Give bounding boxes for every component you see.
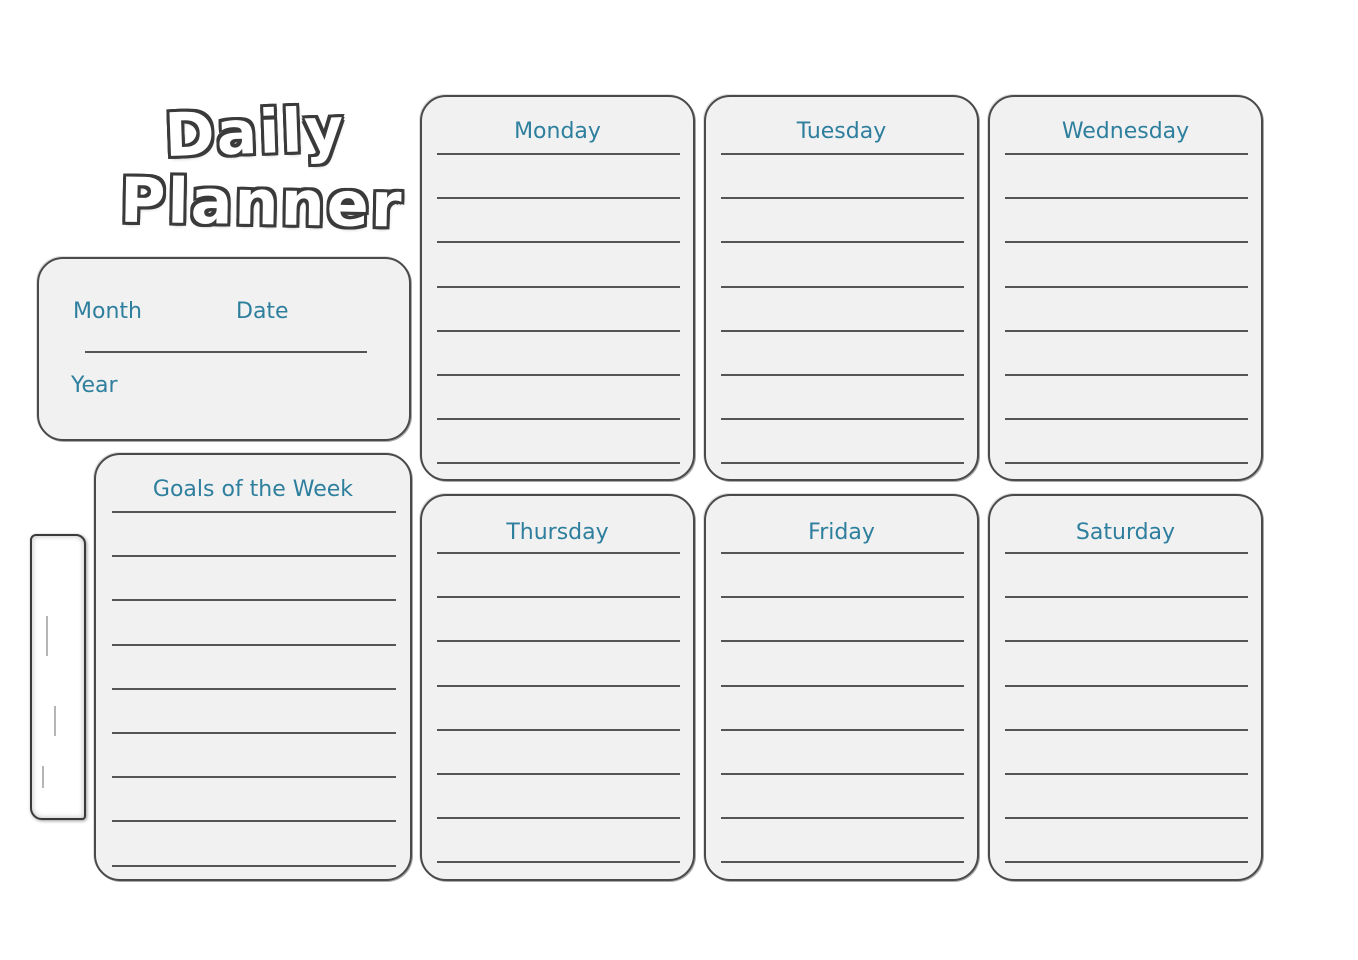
day-title-monday: Monday [514, 119, 601, 144]
day-title-saturday: Saturday [1075, 520, 1176, 545]
goal-writing-line[interactable] [112, 864, 396, 867]
day-card-tuesday: Tuesday [704, 95, 979, 481]
day-writing-line[interactable] [1005, 817, 1248, 820]
day-writing-line[interactable] [437, 861, 680, 864]
day-writing-line[interactable] [437, 773, 680, 775]
day-writing-line[interactable] [1005, 418, 1248, 421]
day-title-wednesday: Wednesday [1061, 119, 1190, 144]
title-planner: Planner [119, 163, 405, 242]
day-writing-line[interactable] [721, 329, 964, 332]
goal-writing-line[interactable] [112, 643, 396, 646]
day-writing-line[interactable] [437, 241, 680, 244]
day-card-monday: Monday [420, 95, 695, 481]
day-writing-line[interactable] [721, 596, 964, 599]
day-writing-line[interactable] [1005, 861, 1248, 864]
title-daily: Daily [163, 94, 347, 172]
day-writing-line[interactable] [437, 728, 680, 731]
day-writing-line[interactable] [1005, 329, 1248, 332]
goals-card: Goals of the Week [94, 453, 412, 881]
day-writing-line[interactable] [1005, 285, 1248, 288]
date-label: Date [236, 299, 289, 324]
goals-title: Goals of the Week [152, 477, 354, 502]
day-writing-line[interactable] [1005, 684, 1248, 687]
day-writing-line[interactable] [721, 773, 964, 775]
day-card-saturday: Saturday [988, 494, 1263, 881]
goal-writing-line[interactable] [112, 732, 396, 734]
day-writing-line[interactable] [1005, 197, 1248, 200]
day-writing-line[interactable] [721, 153, 964, 155]
goal-writing-line[interactable] [112, 511, 396, 513]
day-writing-line[interactable] [437, 640, 680, 643]
day-writing-line[interactable] [437, 285, 680, 288]
day-writing-line[interactable] [721, 197, 964, 200]
day-writing-line[interactable] [437, 596, 680, 599]
day-writing-line[interactable] [1005, 153, 1248, 155]
day-writing-line[interactable] [721, 285, 964, 288]
day-writing-line[interactable] [437, 552, 680, 554]
day-writing-line[interactable] [1005, 374, 1248, 376]
day-writing-line[interactable] [1005, 728, 1248, 731]
day-card-wednesday: Wednesday [988, 95, 1263, 481]
planner-title: Daily Planner [119, 95, 405, 242]
day-card-thursday: Thursday [420, 494, 695, 881]
goal-writing-line[interactable] [112, 599, 396, 602]
day-writing-line[interactable] [437, 197, 680, 200]
brush-stroke-decoration [30, 534, 86, 820]
day-writing-line[interactable] [437, 462, 680, 465]
day-writing-line[interactable] [721, 684, 964, 687]
day-title-friday: Friday [808, 520, 875, 545]
day-title-tuesday: Tuesday [796, 119, 887, 144]
day-writing-line[interactable] [1005, 640, 1248, 643]
day-writing-line[interactable] [437, 153, 680, 155]
goal-writing-line[interactable] [112, 820, 396, 823]
day-writing-line[interactable] [437, 374, 680, 376]
day-title-thursday: Thursday [506, 520, 609, 545]
day-writing-line[interactable] [721, 462, 964, 465]
day-writing-line[interactable] [721, 241, 964, 244]
day-writing-line[interactable] [1005, 462, 1248, 465]
day-writing-line[interactable] [1005, 596, 1248, 599]
goal-writing-line[interactable] [112, 687, 396, 690]
year-label: Year [71, 373, 118, 398]
day-writing-line[interactable] [721, 374, 964, 376]
day-writing-line[interactable] [721, 552, 964, 554]
day-writing-line[interactable] [437, 684, 680, 687]
day-writing-line[interactable] [1005, 241, 1248, 244]
month-date-line[interactable] [85, 351, 367, 353]
day-writing-line[interactable] [721, 728, 964, 731]
day-writing-line[interactable] [1005, 773, 1248, 775]
day-card-friday: Friday [704, 494, 979, 881]
info-card: Month Date Year [37, 257, 411, 441]
day-writing-line[interactable] [721, 640, 964, 643]
day-writing-line[interactable] [1005, 552, 1248, 554]
day-writing-line[interactable] [721, 861, 964, 864]
month-label: Month [73, 299, 142, 324]
day-writing-line[interactable] [437, 817, 680, 820]
day-writing-line[interactable] [437, 329, 680, 332]
day-writing-line[interactable] [721, 817, 964, 820]
goal-writing-line[interactable] [112, 776, 396, 779]
day-writing-line[interactable] [721, 418, 964, 421]
day-writing-line[interactable] [437, 418, 680, 421]
goal-writing-line[interactable] [112, 555, 396, 558]
